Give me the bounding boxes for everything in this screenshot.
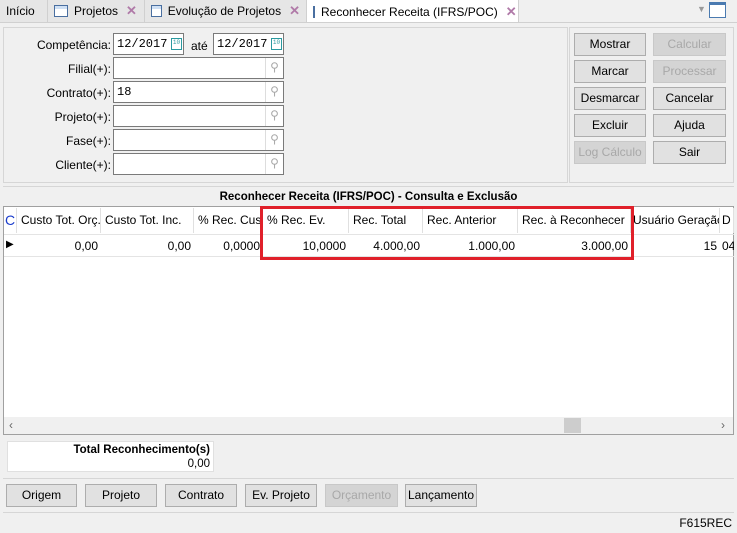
- grid-title: Reconhecer Receita (IFRS/POC) - Consulta…: [219, 191, 518, 203]
- total-label: Total Reconhecimento(s): [73, 444, 210, 456]
- value: 18: [117, 85, 132, 99]
- value: 12/2017: [217, 37, 268, 51]
- column-header[interactable]: Custo Tot. Orç.: [17, 208, 101, 233]
- column-header[interactable]: D: [720, 208, 734, 233]
- excluir-button[interactable]: Excluir: [574, 114, 646, 137]
- results-grid[interactable]: C Custo Tot. Orç. Custo Tot. Inc. % Rec.…: [3, 206, 734, 435]
- filial-input[interactable]: ⚲: [113, 57, 284, 79]
- horizontal-scrollbar[interactable]: ‹ ›: [4, 417, 733, 434]
- tab-inicio[interactable]: Início: [0, 0, 48, 22]
- total-box: Total Reconhecimento(s) 0,00: [7, 441, 214, 472]
- search-icon[interactable]: ⚲: [265, 130, 283, 150]
- contrato-label: Contrato(+):: [46, 86, 111, 100]
- cell: 0,00: [167, 239, 191, 253]
- tab-label: Evolução de Projetos: [167, 4, 282, 18]
- projeto-input[interactable]: ⚲: [113, 105, 284, 127]
- divider: [3, 186, 734, 187]
- form-icon: [313, 5, 315, 18]
- desmarcar-button[interactable]: Desmarcar: [574, 87, 646, 110]
- tab-evolucao-projetos[interactable]: Evolução de Projetos ✕: [145, 0, 307, 22]
- orcamento-button[interactable]: Orçamento: [325, 484, 398, 507]
- ajuda-button[interactable]: Ajuda: [653, 114, 726, 137]
- tab-label: Projetos: [74, 4, 119, 18]
- close-icon[interactable]: ✕: [506, 4, 517, 20]
- total-value: 0,00: [187, 458, 210, 470]
- status-code: F615REC: [679, 516, 732, 530]
- search-icon[interactable]: ⚲: [265, 106, 283, 126]
- marcar-button[interactable]: Marcar: [574, 60, 646, 83]
- highlight-box: [260, 206, 634, 260]
- search-icon[interactable]: ⚲: [265, 82, 283, 102]
- cliente-input[interactable]: ⚲: [113, 153, 284, 175]
- calendar-icon[interactable]: 10: [171, 38, 182, 50]
- form-icon: [151, 5, 162, 17]
- tab-label: Início: [6, 4, 35, 18]
- cliente-label: Cliente(+):: [55, 158, 111, 172]
- divider: [3, 512, 734, 513]
- divider: [3, 478, 734, 479]
- cell: 04: [722, 239, 734, 253]
- scrollbar-thumb[interactable]: [564, 418, 581, 433]
- calendar-icon[interactable]: 10: [271, 38, 282, 50]
- column-header[interactable]: % Rec. Custo: [194, 208, 263, 233]
- contrato-input[interactable]: 18 ⚲: [113, 81, 284, 103]
- scroll-right-icon[interactable]: ›: [721, 418, 725, 432]
- column-header[interactable]: C: [4, 208, 17, 233]
- origem-button[interactable]: Origem: [6, 484, 77, 507]
- tab-reconhecer-receita[interactable]: Reconhecer Receita (IFRS/POC) ✕: [307, 0, 519, 23]
- tab-list-dropdown-icon[interactable]: ▼: [697, 4, 706, 14]
- projeto-button[interactable]: Projeto: [85, 484, 157, 507]
- search-icon[interactable]: ⚲: [265, 154, 283, 174]
- ate-label: até: [191, 39, 208, 53]
- column-header[interactable]: Custo Tot. Inc.: [101, 208, 194, 233]
- mostrar-button[interactable]: Mostrar: [574, 33, 646, 56]
- processar-button[interactable]: Processar: [653, 60, 726, 83]
- close-icon[interactable]: ✕: [126, 3, 137, 19]
- competencia-from-input[interactable]: 12/2017 10: [113, 33, 184, 55]
- log-calculo-button[interactable]: Log Cálculo: [574, 141, 646, 164]
- lancamento-button[interactable]: Lançamento: [405, 484, 477, 507]
- cell: 0,0000: [223, 239, 260, 253]
- tab-projetos[interactable]: Projetos ✕: [48, 0, 145, 22]
- contrato-button[interactable]: Contrato: [165, 484, 237, 507]
- sair-button[interactable]: Sair: [653, 141, 726, 164]
- competencia-label: Competência:: [36, 38, 111, 52]
- cancelar-button[interactable]: Cancelar: [653, 87, 726, 110]
- close-icon[interactable]: ✕: [289, 3, 300, 19]
- calcular-button[interactable]: Calcular: [653, 33, 726, 56]
- divider: [0, 22, 737, 23]
- filial-label: Filial(+):: [67, 62, 111, 76]
- projeto-label: Projeto(+):: [54, 110, 111, 124]
- maximize-icon[interactable]: [709, 2, 726, 18]
- row-pointer-icon: ▶: [6, 239, 14, 250]
- search-icon[interactable]: ⚲: [265, 58, 283, 78]
- ev-projeto-button[interactable]: Ev. Projeto: [245, 484, 317, 507]
- fase-input[interactable]: ⚲: [113, 129, 284, 151]
- form-icon: [54, 5, 68, 17]
- competencia-to-input[interactable]: 12/2017 10: [213, 33, 284, 55]
- cell: 0,00: [74, 239, 98, 253]
- column-header[interactable]: Usuário Geração: [631, 208, 720, 233]
- cell: 15: [703, 239, 717, 253]
- scroll-left-icon[interactable]: ‹: [9, 418, 13, 432]
- fase-label: Fase(+):: [65, 134, 111, 148]
- tab-label: Reconhecer Receita (IFRS/POC): [321, 4, 498, 19]
- value: 12/2017: [117, 37, 168, 51]
